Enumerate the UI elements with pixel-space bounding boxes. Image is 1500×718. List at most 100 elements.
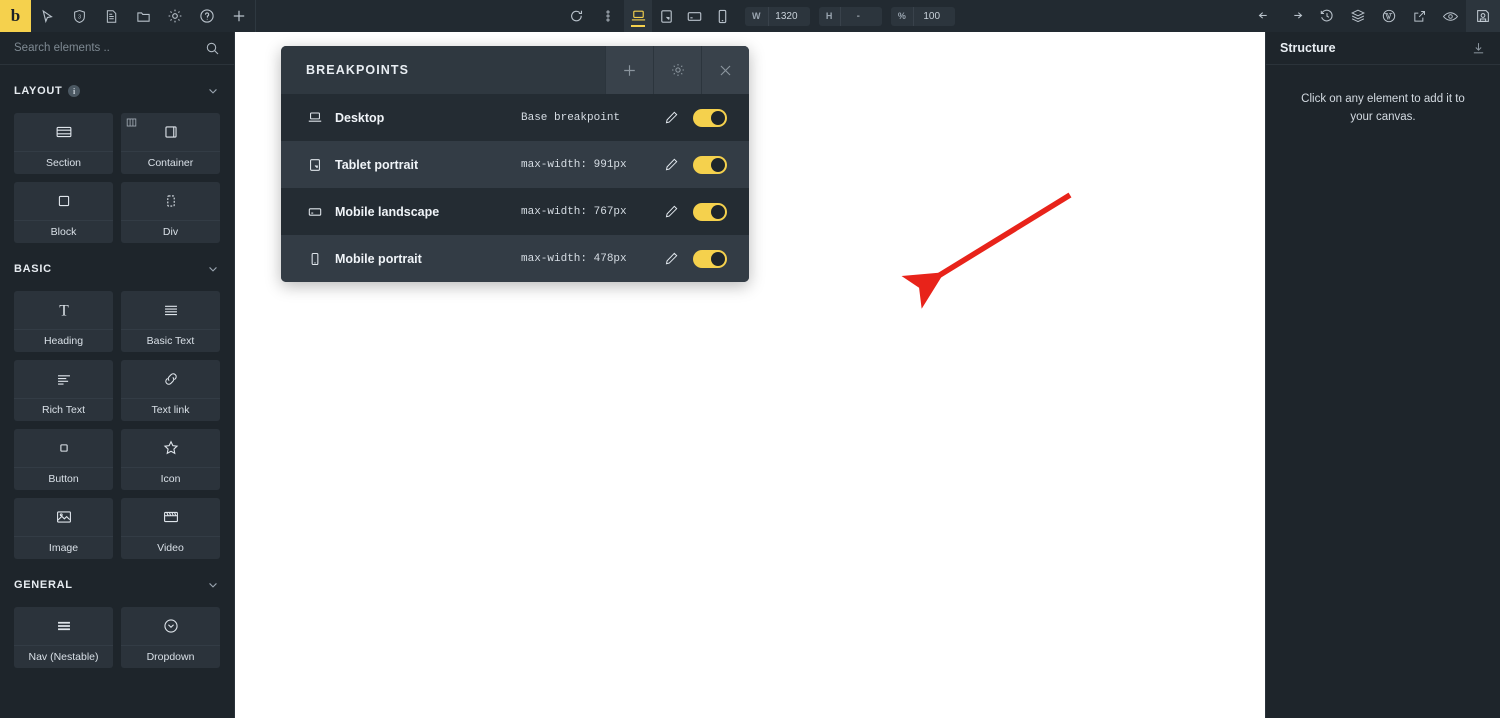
width-label: W: [752, 11, 761, 21]
wordpress-icon[interactable]: [1373, 0, 1404, 32]
cursor-icon[interactable]: [31, 0, 63, 32]
chevron-down-icon[interactable]: [206, 578, 220, 592]
edit-breakpoint-icon[interactable]: [664, 157, 679, 172]
close-breakpoints-button[interactable]: [701, 46, 749, 94]
import-icon[interactable]: [1471, 41, 1486, 56]
breakpoint-row-actions: [664, 202, 749, 221]
image-icon: [14, 498, 113, 537]
breakpoint-row-actions: [664, 108, 749, 127]
element-tile-section[interactable]: Section: [14, 113, 113, 174]
breakpoint-row-actions: [664, 155, 749, 174]
breakpoint-name: Tablet portrait: [335, 157, 419, 172]
element-tile-label: Icon: [160, 473, 181, 485]
element-tiles-basic: T Heading Basic Text Rich Text Text link Butt…: [0, 285, 234, 559]
element-tile-image[interactable]: Image: [14, 498, 113, 559]
zoom-value[interactable]: 100: [913, 6, 955, 26]
element-tile-label: Video: [157, 542, 184, 554]
canvas-height-field[interactable]: H -: [818, 6, 882, 26]
width-value[interactable]: 1320: [767, 6, 810, 26]
breakpoint-toggle[interactable]: [693, 202, 727, 221]
group-header-basic[interactable]: BASIC: [0, 253, 234, 285]
breakpoint-row[interactable]: Tablet portrait max-width: 991px: [281, 141, 749, 188]
external-link-icon[interactable]: [1404, 0, 1435, 32]
history-icon[interactable]: [1311, 0, 1342, 32]
plus-icon[interactable]: [223, 0, 255, 32]
breakpoint-meta: max-width: 478px: [521, 252, 627, 265]
top-toolbar: b 3 W 1320 H - % 100: [0, 0, 1500, 32]
zoom-label: %: [897, 11, 907, 21]
bricks-builder-app: b 3 W 1320 H - % 100 Search elements .. …: [0, 0, 1500, 718]
breakpoint-toggle[interactable]: [693, 249, 727, 268]
edit-breakpoint-icon[interactable]: [664, 204, 679, 219]
breakpoint-row[interactable]: Desktop Base breakpoint: [281, 94, 749, 141]
help-icon[interactable]: [191, 0, 223, 32]
element-tile-button[interactable]: Button: [14, 429, 113, 490]
block-icon: [14, 182, 113, 221]
div-icon: [121, 182, 220, 221]
element-tile-basic-text[interactable]: Basic Text: [121, 291, 220, 352]
breakpoints-panel-header: BREAKPOINTS: [281, 46, 749, 94]
canvas-zoom-field[interactable]: % 100: [890, 6, 956, 26]
info-icon[interactable]: i: [68, 85, 81, 97]
gear-icon[interactable]: [159, 0, 191, 32]
breakpoint-row[interactable]: Mobile landscape max-width: 767px: [281, 188, 749, 235]
tablet-portrait-icon: [307, 157, 335, 173]
group-header-general[interactable]: GENERAL: [0, 569, 234, 601]
css-shield-icon[interactable]: 3: [63, 0, 95, 32]
page-icon[interactable]: [95, 0, 127, 32]
breakpoint-mobile-portrait-button[interactable]: [708, 0, 736, 32]
group-header-layout[interactable]: LAYOUT i: [0, 75, 234, 107]
breakpoints-settings-button[interactable]: [653, 46, 701, 94]
layers-icon[interactable]: [1342, 0, 1373, 32]
folder-icon[interactable]: [127, 0, 159, 32]
columns-badge-icon: [126, 117, 137, 128]
chevron-down-icon[interactable]: [206, 262, 220, 276]
breakpoint-mobile-landscape-button[interactable]: [680, 0, 708, 32]
element-tile-block[interactable]: Block: [14, 182, 113, 243]
search-icon[interactable]: [205, 41, 220, 56]
undo-icon[interactable]: [1249, 0, 1280, 32]
button-icon: [14, 429, 113, 468]
element-tile-dropdown[interactable]: Dropdown: [121, 607, 220, 668]
toolbar-left-group: b 3: [0, 0, 256, 32]
structure-empty-message: Click on any element to add it to your c…: [1301, 93, 1465, 123]
height-value[interactable]: -: [839, 6, 882, 26]
element-tile-label: Image: [48, 542, 79, 554]
refresh-icon[interactable]: [560, 0, 592, 32]
element-tile-video[interactable]: Video: [121, 498, 220, 559]
breakpoint-name: Desktop: [335, 110, 385, 125]
element-tile-rich-text[interactable]: Rich Text: [14, 360, 113, 421]
edit-breakpoint-icon[interactable]: [664, 110, 679, 125]
breakpoint-toggle[interactable]: [693, 108, 727, 127]
element-tile-nav-nestable[interactable]: Nav (Nestable): [14, 607, 113, 668]
redo-icon[interactable]: [1280, 0, 1311, 32]
canvas-width-field[interactable]: W 1320: [745, 6, 810, 26]
element-tile-heading[interactable]: T Heading: [14, 291, 113, 352]
chevron-down-icon[interactable]: [206, 84, 220, 98]
breakpoint-toggle[interactable]: [693, 155, 727, 174]
search-row: [0, 32, 234, 65]
save-icon[interactable]: [1466, 0, 1500, 32]
element-tile-container[interactable]: Container: [121, 113, 220, 174]
search-input[interactable]: [14, 42, 205, 54]
breakpoints-panel-title: BREAKPOINTS: [306, 63, 410, 77]
element-tile-label: Div: [162, 226, 179, 238]
link-icon: [121, 360, 220, 399]
edit-breakpoint-icon[interactable]: [664, 251, 679, 266]
app-logo[interactable]: b: [0, 0, 31, 32]
hamburger-icon: [14, 607, 113, 646]
breakpoint-desktop-button[interactable]: [624, 0, 652, 32]
toolbar-center-group: W 1320 H - % 100: [560, 0, 956, 32]
rich-text-icon: [14, 360, 113, 399]
add-breakpoint-button[interactable]: [605, 46, 653, 94]
group-title: BASIC: [14, 263, 52, 275]
element-tile-icon[interactable]: Icon: [121, 429, 220, 490]
element-tile-text-link[interactable]: Text link: [121, 360, 220, 421]
breakpoint-row[interactable]: Mobile portrait max-width: 478px: [281, 235, 749, 282]
eye-icon[interactable]: [1435, 0, 1466, 32]
element-tile-div[interactable]: Div: [121, 182, 220, 243]
more-options-icon[interactable]: [592, 0, 624, 32]
breakpoint-tablet-button[interactable]: [652, 0, 680, 32]
toolbar-right-group: [1249, 0, 1500, 32]
element-tile-label: Section: [45, 157, 82, 169]
